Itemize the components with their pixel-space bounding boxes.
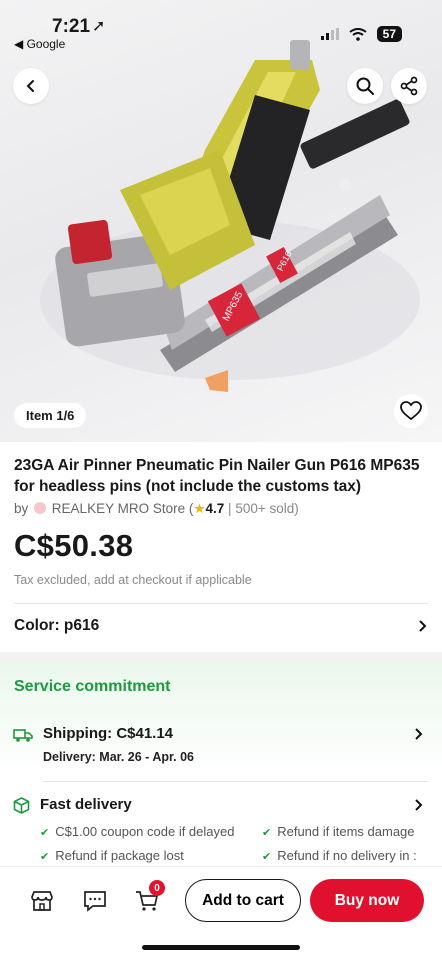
buy-now-button[interactable]: Buy now: [310, 879, 424, 922]
check-icon: ✔: [40, 851, 50, 863]
wishlist-button[interactable]: [394, 394, 428, 428]
clock: 7:21: [52, 16, 91, 37]
service-title: Service commitment: [14, 678, 171, 695]
image-counter: Item 1/6: [14, 403, 87, 428]
perk-text: C$1.00 coupon code if delayed: [55, 824, 235, 839]
store-line[interactable]: by REALKEY MRO Store (★4.7 | 500+ sold): [14, 501, 299, 517]
share-icon: [400, 76, 418, 96]
store-rating: 4.7: [205, 501, 225, 516]
color-selector[interactable]: Color: p616: [14, 617, 428, 635]
store-logo-icon: [34, 502, 47, 514]
check-icon: ✔: [262, 827, 272, 839]
wifi-icon: [349, 27, 367, 41]
perk-text: Refund if no delivery in :: [277, 848, 417, 863]
product-image[interactable]: MP635 P616: [0, 0, 442, 442]
status-icons: 57: [320, 26, 402, 42]
delivery-dates: Delivery: Mar. 26 - Apr. 06: [43, 750, 195, 764]
shipping-cost[interactable]: Shipping: C$41.14: [43, 725, 173, 742]
store-button[interactable]: [29, 888, 55, 914]
chat-button[interactable]: [82, 888, 108, 914]
sold-count: 500+ sold: [235, 501, 295, 516]
fast-delivery-title[interactable]: Fast delivery: [40, 796, 132, 813]
search-button[interactable]: [347, 68, 383, 104]
location-arrow-icon: ➚: [92, 18, 106, 35]
battery-indicator: 57: [376, 26, 402, 42]
perk-text: Refund if package lost: [55, 848, 184, 863]
chevron-right-icon: [419, 620, 427, 632]
chevron-right-icon[interactable]: [414, 798, 424, 812]
price: C$50.38: [14, 528, 134, 563]
home-indicator: [142, 945, 300, 950]
product-title: 23GA Air Pinner Pneumatic Pin Nailer Gun…: [14, 457, 420, 495]
back-to-google-link[interactable]: ◀ Google: [14, 37, 65, 51]
message-icon: [84, 891, 106, 912]
perk-item: ✔ Refund if items damage: [262, 824, 442, 839]
check-icon: ✔: [262, 851, 272, 863]
heart-icon: [400, 401, 422, 421]
status-bar: 7:21 ➚ ◀ Google 57: [0, 0, 442, 56]
divider: [43, 781, 428, 782]
rating-close: ): [294, 501, 299, 516]
by-label: by: [14, 501, 29, 516]
perk-text: Refund if items damage: [277, 824, 415, 839]
cart-count-badge: 0: [149, 880, 165, 896]
star-icon: ★: [193, 501, 206, 516]
signal-icon: [320, 28, 339, 40]
section-separator: [0, 652, 442, 660]
perk-item: ✔ Refund if package lost: [40, 848, 184, 863]
perk-item: ✔ C$1.00 coupon code if delayed: [40, 824, 234, 839]
truck-icon: [13, 729, 33, 742]
store-icon: [31, 891, 53, 911]
back-button[interactable]: [13, 68, 49, 104]
divider-bar: |: [228, 501, 232, 516]
box-icon: [13, 797, 30, 814]
store-name[interactable]: REALKEY MRO Store: [52, 501, 185, 516]
color-label: Color: p616: [14, 617, 100, 634]
chevron-right-icon[interactable]: [414, 727, 424, 741]
check-icon: ✔: [40, 827, 50, 839]
divider: [14, 603, 428, 604]
chevron-left-icon: [26, 80, 34, 92]
share-button[interactable]: [391, 68, 427, 104]
search-icon: [356, 77, 374, 95]
add-to-cart-button[interactable]: Add to cart: [185, 879, 301, 922]
tax-note: Tax excluded, add at checkout if applica…: [14, 573, 252, 587]
nail-gun-illustration: MP635 P616: [40, 40, 420, 392]
perk-item: ✔ Refund if no delivery in :: [262, 848, 442, 863]
